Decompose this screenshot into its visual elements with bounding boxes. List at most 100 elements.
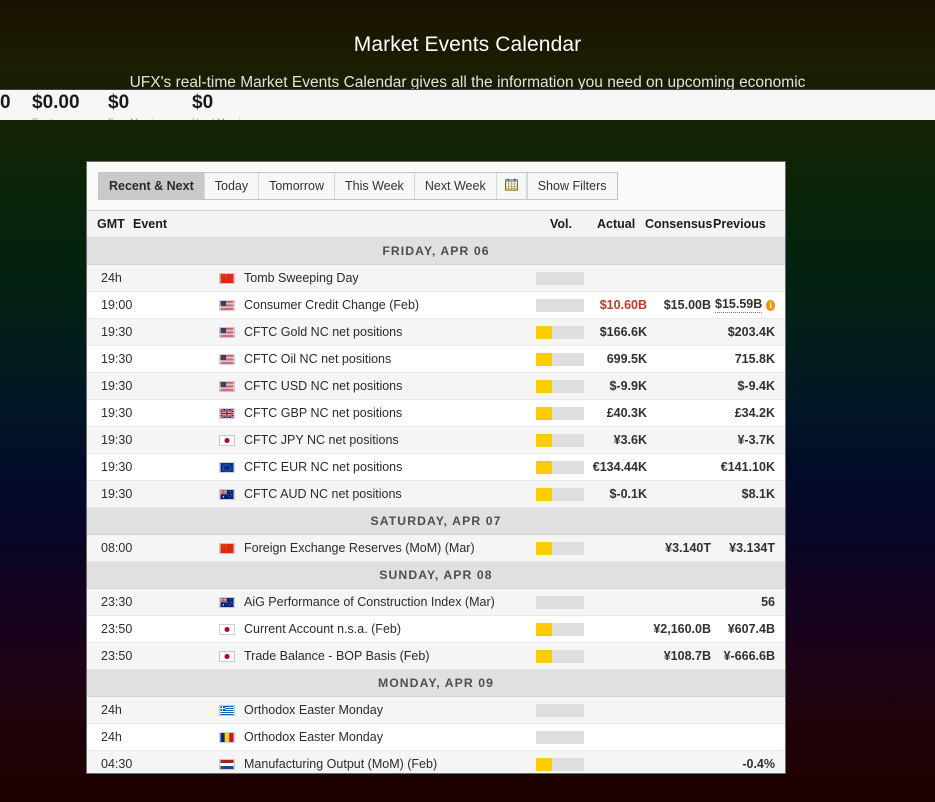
consensus-value [649,373,711,399]
previous-value-text: €141.10K [720,460,775,474]
tab-next-week[interactable]: Next Week [414,173,497,199]
event-row[interactable]: 24h Orthodox Easter Monday [87,697,785,724]
volatility-indicator [536,697,584,723]
actual-value: €134.44K [592,460,647,474]
tab-show-filters[interactable]: Show Filters [526,173,617,199]
calendar-icon [504,178,518,194]
actual-value: 699.5K [606,352,647,366]
event-row[interactable]: 19:30 CFTC USD NC net positions $-9.9K $-9.… [87,373,785,400]
tab-this-week[interactable]: This Week [334,173,415,199]
event-row[interactable]: 19:30 CFTC JPY NC net positions ¥3.6K ¥-3.7… [87,427,785,454]
country-flag-japan-icon [217,616,237,642]
event-time: 19:30 [101,433,133,447]
previous-value [715,697,775,723]
event-time: 24h [101,703,122,717]
previous-value: $-9.4K [715,373,775,399]
previous-value: €141.10K [715,454,775,480]
consensus-value [649,454,711,480]
column-header-vol: Vol. [550,217,572,231]
volatility-indicator [536,292,584,318]
tab-bar: Recent & Next Today Tomorrow This Week Next … [87,162,785,211]
event-name[interactable]: Tomb Sweeping Day [244,265,359,291]
account-metric-label: Free Margin [108,117,159,120]
tab-recent-next[interactable]: Recent & Next [99,173,205,199]
event-row[interactable]: 19:30 CFTC Oil NC net positions 699.5K 715.… [87,346,785,373]
event-name[interactable]: CFTC USD NC net positions [244,373,402,399]
event-name[interactable]: CFTC JPY NC net positions [244,427,399,453]
event-name[interactable]: AiG Performance of Construction Index (M… [244,589,495,615]
event-name[interactable]: CFTC EUR NC net positions [244,454,402,480]
tab-calendar[interactable] [496,173,527,199]
consensus-value [649,265,711,291]
actual-value [592,751,647,773]
event-row[interactable]: 23:50 Trade Balance - BOP Basis (Feb) ¥108… [87,643,785,670]
volatility-indicator [536,616,584,642]
account-metric-value: $0 [192,92,214,113]
event-name[interactable]: Orthodox Easter Monday [244,697,383,723]
volatility-indicator [536,373,584,399]
volatility-indicator [536,589,584,615]
tab-tomorrow[interactable]: Tomorrow [259,173,335,199]
country-flag-netherlands-icon [217,751,237,773]
account-metric-value: 0 [0,92,11,113]
event-time: 19:30 [101,487,133,501]
event-time: 24h [101,730,122,744]
volatility-indicator [536,346,584,372]
tab-label: Show Filters [537,179,607,193]
event-name[interactable]: Trade Balance - BOP Basis (Feb) [244,643,430,669]
event-row[interactable]: 19:30 CFTC GBP NC net positions £40.3K £34.… [87,400,785,427]
previous-value: $8.1K [715,481,775,507]
day-header: SUNDAY, APR 08 [87,562,785,589]
country-flag-greece-icon [217,697,237,723]
event-row[interactable]: 24h Orthodox Easter Monday [87,724,785,751]
consensus-value: ¥2,160.0B [653,622,711,636]
volatility-indicator [536,751,584,773]
event-row[interactable]: 23:30 AiG Performance of Construction Ind… [87,589,785,616]
account-metric-value: $0 [108,92,130,113]
event-time: 23:50 [101,622,133,636]
previous-value-text: ¥-3.7K [737,433,775,447]
event-time: 19:30 [101,352,133,366]
event-row[interactable]: 19:00 Consumer Credit Change (Feb) $10.60B… [87,292,785,319]
day-header: MONDAY, APR 09 [87,670,785,697]
event-row[interactable]: 23:50 Current Account n.s.a. (Feb) ¥2,160.… [87,616,785,643]
consensus-value [649,319,711,345]
actual-value [592,535,647,561]
volatility-indicator [536,265,584,291]
event-name[interactable]: CFTC AUD NC net positions [244,481,402,507]
previous-value: ¥3.134T [715,535,775,561]
column-header-actual: Actual [597,217,636,231]
country-flag-united-kingdom-icon [217,400,237,426]
event-name[interactable]: Manufacturing Output (MoM) (Feb) [244,751,437,773]
event-name[interactable]: CFTC Gold NC net positions [244,319,402,345]
event-name[interactable]: Orthodox Easter Monday [244,724,383,750]
event-row[interactable]: 19:30 CFTC Gold NC net positions $166.6K $2… [87,319,785,346]
event-row[interactable]: 24h Tomb Sweeping Day [87,265,785,292]
country-flag-china-icon [217,535,237,561]
previous-value: 715.8K [715,346,775,372]
consensus-value [649,481,711,507]
volatility-indicator [536,319,584,345]
event-name[interactable]: Consumer Credit Change (Feb) [244,292,419,318]
previous-value-text: $8.1K [741,487,775,501]
info-icon[interactable]: i [766,299,775,311]
event-name[interactable]: CFTC GBP NC net positions [244,400,402,426]
event-row[interactable]: 08:00 Foreign Exchange Reserves (MoM) (Ma… [87,535,785,562]
event-name[interactable]: Foreign Exchange Reserves (MoM) (Mar) [244,535,475,561]
previous-value-text: $-9.4K [737,379,775,393]
actual-value: $166.6K [599,325,647,339]
previous-value-text[interactable]: $15.59B [715,297,763,313]
previous-value: 56 [715,589,775,615]
event-name[interactable]: Current Account n.s.a. (Feb) [244,616,401,642]
tab-today[interactable]: Today [204,173,260,199]
event-row[interactable]: 19:30 CFTC EUR NC net positions €134.44K €1… [87,454,785,481]
event-time: 23:30 [101,595,133,609]
event-name[interactable]: CFTC Oil NC net positions [244,346,391,372]
volatility-indicator [536,454,584,480]
country-flag-united-states-icon [217,373,237,399]
tab-group: Recent & Next Today Tomorrow This Week Next … [98,172,618,200]
event-row[interactable]: 04:30 Manufacturing Output (MoM) (Feb) -0.… [87,751,785,773]
event-time: 19:00 [101,298,133,312]
country-flag-australia-icon [217,589,237,615]
event-row[interactable]: 19:30 CFTC AUD NC net positions $-0.1K $8.1… [87,481,785,508]
